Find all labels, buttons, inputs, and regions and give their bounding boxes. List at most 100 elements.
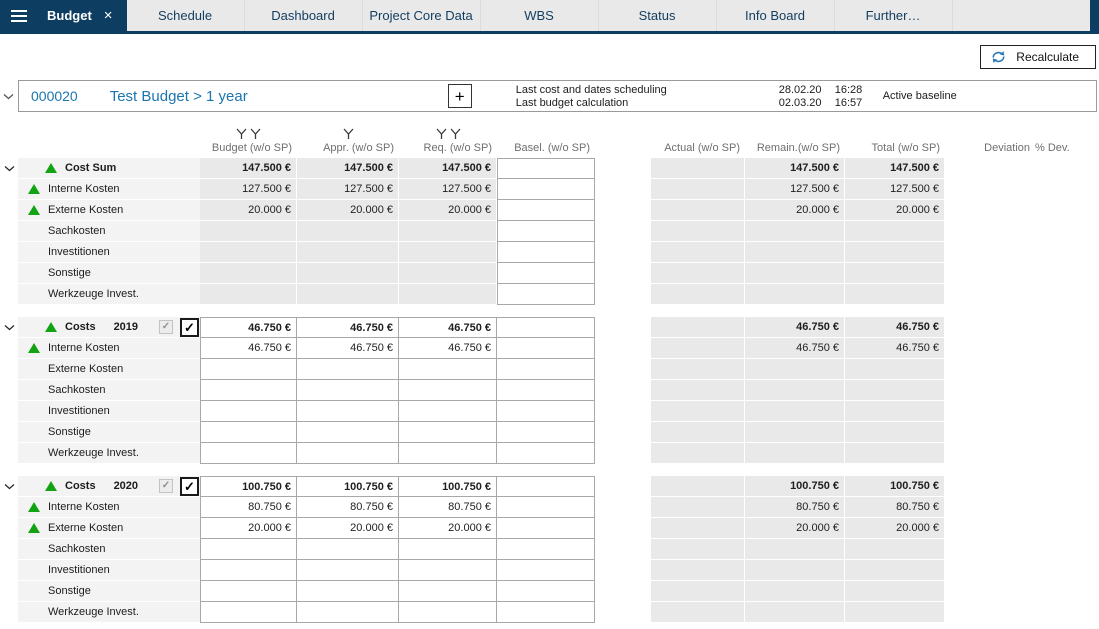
row-label-cell[interactable]: Interne Kosten [18, 338, 200, 359]
appr-cell[interactable] [297, 401, 399, 422]
filter-icon[interactable] [436, 128, 447, 140]
budget-cell[interactable]: 20.000 € [200, 518, 297, 539]
tab-schedule[interactable]: Schedule [127, 0, 245, 31]
row-label-cell[interactable]: Werkzeuge Invest. [18, 284, 200, 305]
req-cell[interactable] [399, 401, 497, 422]
project-id[interactable]: 000020 [31, 88, 78, 104]
basel-cell[interactable] [497, 518, 595, 539]
basel-cell[interactable] [497, 422, 595, 443]
row-label-cell[interactable]: Interne Kosten [18, 179, 200, 200]
row-label-cell[interactable]: Sachkosten [18, 380, 200, 401]
year-checkbox[interactable]: ✓ [180, 477, 199, 496]
req-cell[interactable]: 46.750 € [399, 338, 497, 359]
budget-cell[interactable]: 100.750 € [200, 476, 297, 497]
req-cell[interactable] [399, 602, 497, 623]
budget-cell[interactable]: 80.750 € [200, 497, 297, 518]
tab-wbs[interactable]: WBS [481, 0, 599, 31]
req-cell[interactable] [399, 359, 497, 380]
close-tab-icon[interactable]: × [104, 8, 113, 23]
tab-further[interactable]: Further… [835, 0, 953, 31]
basel-cell[interactable] [497, 560, 595, 581]
row-label-cell[interactable]: Sachkosten [18, 539, 200, 560]
project-collapse-chevron-icon[interactable] [3, 93, 14, 100]
filter-icon[interactable] [236, 128, 247, 140]
basel-cell[interactable] [497, 263, 595, 284]
basel-cell[interactable] [497, 284, 595, 305]
filter-icon[interactable] [450, 128, 461, 140]
appr-cell[interactable] [297, 359, 399, 380]
budget-cell[interactable]: 46.750 € [200, 338, 297, 359]
appr-cell[interactable]: 46.750 € [297, 338, 399, 359]
budget-cell[interactable] [200, 443, 297, 464]
appr-cell[interactable]: 20.000 € [297, 518, 399, 539]
basel-cell[interactable] [497, 497, 595, 518]
req-cell[interactable] [399, 539, 497, 560]
row-label-cell[interactable]: Sonstige [18, 581, 200, 602]
basel-cell[interactable] [497, 317, 595, 338]
budget-cell[interactable] [200, 602, 297, 623]
recalculate-button[interactable]: Recalculate [980, 45, 1096, 69]
basel-cell[interactable] [497, 476, 595, 497]
appr-cell[interactable] [297, 539, 399, 560]
req-cell[interactable]: 100.750 € [399, 476, 497, 497]
tab-project-core-data[interactable]: Project Core Data [363, 0, 481, 31]
req-cell[interactable] [399, 443, 497, 464]
basel-cell[interactable] [497, 581, 595, 602]
basel-cell[interactable] [497, 338, 595, 359]
row-label-cell[interactable]: Sonstige [18, 263, 200, 284]
req-cell[interactable] [399, 380, 497, 401]
basel-cell[interactable] [497, 200, 595, 221]
basel-cell[interactable] [497, 221, 595, 242]
filter-icon[interactable] [250, 128, 261, 140]
appr-cell[interactable]: 46.750 € [297, 317, 399, 338]
budget-cell[interactable] [200, 422, 297, 443]
collapse-chevron-icon[interactable] [0, 317, 18, 338]
basel-cell[interactable] [497, 359, 595, 380]
budget-cell[interactable] [200, 581, 297, 602]
appr-cell[interactable] [297, 602, 399, 623]
req-cell[interactable] [399, 581, 497, 602]
row-label-cell[interactable]: Investitionen [18, 242, 200, 263]
basel-cell[interactable] [497, 242, 595, 263]
budget-cell[interactable] [200, 560, 297, 581]
collapse-chevron-icon[interactable] [0, 476, 18, 497]
tab-budget-active[interactable]: Budget × [37, 0, 127, 31]
req-cell[interactable] [399, 560, 497, 581]
appr-cell[interactable] [297, 443, 399, 464]
row-label-cell[interactable]: Cost Sum [18, 158, 200, 179]
project-title[interactable]: Test Budget > 1 year [110, 88, 448, 105]
row-label-cell[interactable]: Investitionen [18, 560, 200, 581]
basel-cell[interactable] [497, 539, 595, 560]
appr-cell[interactable] [297, 422, 399, 443]
row-label-cell[interactable]: Externe Kosten [18, 518, 200, 539]
req-cell[interactable]: 20.000 € [399, 518, 497, 539]
budget-cell[interactable] [200, 539, 297, 560]
basel-cell[interactable] [497, 443, 595, 464]
appr-cell[interactable] [297, 581, 399, 602]
basel-cell[interactable] [497, 602, 595, 623]
budget-cell[interactable]: 46.750 € [200, 317, 297, 338]
row-label-cell[interactable]: Costs2020✓✓ [18, 476, 200, 497]
req-cell[interactable] [399, 422, 497, 443]
budget-cell[interactable] [200, 380, 297, 401]
budget-cell[interactable] [200, 359, 297, 380]
row-label-cell[interactable]: Werkzeuge Invest. [18, 443, 200, 464]
appr-cell[interactable] [297, 380, 399, 401]
basel-cell[interactable] [497, 158, 595, 179]
row-label-cell[interactable]: Externe Kosten [18, 359, 200, 380]
hamburger-menu-icon[interactable] [0, 0, 37, 31]
collapse-chevron-icon[interactable] [0, 158, 18, 179]
basel-cell[interactable] [497, 380, 595, 401]
row-label-cell[interactable]: Sachkosten [18, 221, 200, 242]
appr-cell[interactable]: 80.750 € [297, 497, 399, 518]
appr-cell[interactable] [297, 560, 399, 581]
budget-cell[interactable] [200, 401, 297, 422]
req-cell[interactable]: 46.750 € [399, 317, 497, 338]
row-label-cell[interactable]: Interne Kosten [18, 497, 200, 518]
row-label-cell[interactable]: Sonstige [18, 422, 200, 443]
tab-info-board[interactable]: Info Board [717, 0, 835, 31]
req-cell[interactable]: 80.750 € [399, 497, 497, 518]
basel-cell[interactable] [497, 401, 595, 422]
tab-dashboard[interactable]: Dashboard [245, 0, 363, 31]
year-checkbox[interactable]: ✓ [180, 318, 199, 337]
